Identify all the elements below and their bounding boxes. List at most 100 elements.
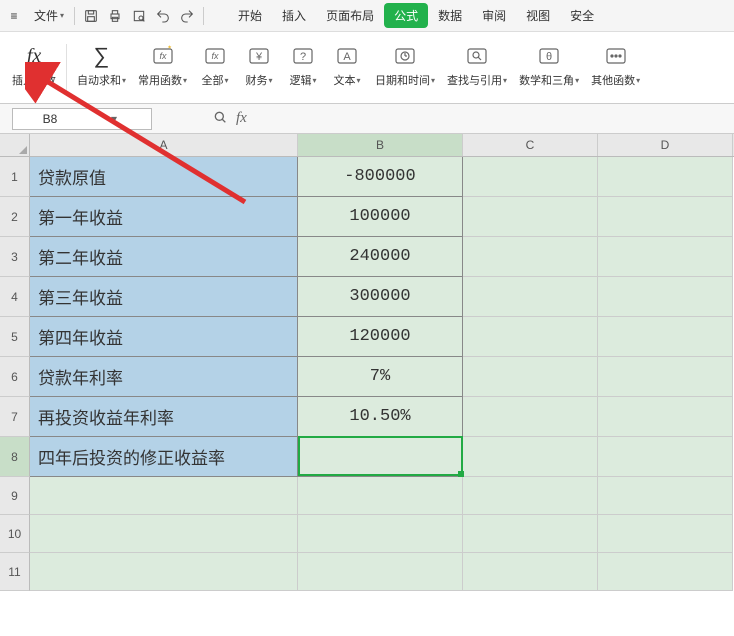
tab-view[interactable]: 视图 xyxy=(516,3,560,28)
table-row: 1 贷款原值 -800000 xyxy=(0,157,734,197)
svg-text:?: ? xyxy=(300,51,306,63)
cell-D8[interactable] xyxy=(598,437,733,477)
cell-D6[interactable] xyxy=(598,357,733,397)
cell-A9[interactable] xyxy=(30,477,298,515)
cell-A5[interactable]: 第四年收益 xyxy=(30,317,298,357)
col-header-D[interactable]: D xyxy=(598,134,733,156)
tab-start[interactable]: 开始 xyxy=(228,3,272,28)
cell-A2[interactable]: 第一年收益 xyxy=(30,197,298,237)
tab-security[interactable]: 安全 xyxy=(560,3,604,28)
svg-text:θ: θ xyxy=(546,51,552,63)
row-header-6[interactable]: 6 xyxy=(0,357,30,397)
financial-button[interactable]: ¥ 财务▾ xyxy=(237,40,281,96)
row-header-11[interactable]: 11 xyxy=(0,553,30,591)
cell-A11[interactable] xyxy=(30,553,298,591)
cell-C1[interactable] xyxy=(463,157,598,197)
menubar: ≡ 文件 ▾ 开始 插入 页面布局 公式 数据 审阅 视图 安全 xyxy=(0,0,734,32)
print-preview-icon[interactable] xyxy=(127,4,151,28)
autosum-button[interactable]: ∑ 自动求和▾ xyxy=(71,40,132,96)
more-functions-button[interactable]: 其他函数▾ xyxy=(585,40,646,96)
text-button[interactable]: A 文本▾ xyxy=(325,40,369,96)
cell-D2[interactable] xyxy=(598,197,733,237)
cell-D3[interactable] xyxy=(598,237,733,277)
lookup-button[interactable]: 查找与引用▾ xyxy=(441,40,513,96)
file-menu[interactable]: 文件 ▾ xyxy=(28,7,70,24)
cell-D11[interactable] xyxy=(598,553,733,591)
tab-formula[interactable]: 公式 xyxy=(384,3,428,28)
cell-C9[interactable] xyxy=(463,477,598,515)
cell-C8[interactable] xyxy=(463,437,598,477)
cell-B9[interactable] xyxy=(298,477,463,515)
cell-C10[interactable] xyxy=(463,515,598,553)
cell-C6[interactable] xyxy=(463,357,598,397)
logical-button[interactable]: ? 逻辑▾ xyxy=(281,40,325,96)
row-header-1[interactable]: 1 xyxy=(0,157,30,197)
cell-A1[interactable]: 贷款原值 xyxy=(30,157,298,197)
row-header-10[interactable]: 10 xyxy=(0,515,30,553)
table-row: 9 xyxy=(0,477,734,515)
select-all-corner[interactable] xyxy=(0,134,30,156)
cell-C3[interactable] xyxy=(463,237,598,277)
cell-C7[interactable] xyxy=(463,397,598,437)
print-icon[interactable] xyxy=(103,4,127,28)
cell-B7[interactable]: 10.50% xyxy=(298,397,463,437)
cell-B6[interactable]: 7% xyxy=(298,357,463,397)
save-icon[interactable] xyxy=(79,4,103,28)
cell-B3[interactable]: 240000 xyxy=(298,237,463,277)
search-icon[interactable] xyxy=(212,109,228,128)
cell-C5[interactable] xyxy=(463,317,598,357)
row-header-4[interactable]: 4 xyxy=(0,277,30,317)
menu-icon[interactable]: ≡ xyxy=(4,6,24,26)
cell-A10[interactable] xyxy=(30,515,298,553)
cell-C4[interactable] xyxy=(463,277,598,317)
cell-D7[interactable] xyxy=(598,397,733,437)
cell-D10[interactable] xyxy=(598,515,733,553)
svg-text:fx: fx xyxy=(159,51,167,61)
tab-review[interactable]: 审阅 xyxy=(472,3,516,28)
undo-icon[interactable] xyxy=(151,4,175,28)
svg-text:¥: ¥ xyxy=(255,51,263,63)
row-header-7[interactable]: 7 xyxy=(0,397,30,437)
math-trig-button[interactable]: θ 数学和三角▾ xyxy=(513,40,585,96)
cell-A8[interactable]: 四年后投资的修正收益率 xyxy=(30,437,298,477)
cell-B11[interactable] xyxy=(298,553,463,591)
cell-B10[interactable] xyxy=(298,515,463,553)
all-functions-button[interactable]: fx 全部▾ xyxy=(193,40,237,96)
cell-A6[interactable]: 贷款年利率 xyxy=(30,357,298,397)
tab-insert[interactable]: 插入 xyxy=(272,3,316,28)
fx-icon[interactable]: fx xyxy=(236,110,247,127)
cell-A7[interactable]: 再投资收益年利率 xyxy=(30,397,298,437)
tab-data[interactable]: 数据 xyxy=(428,3,472,28)
col-header-A[interactable]: A xyxy=(30,134,298,156)
cell-A4[interactable]: 第三年收益 xyxy=(30,277,298,317)
fn-logic-icon: ? xyxy=(289,42,317,70)
redo-icon[interactable] xyxy=(175,4,199,28)
cell-D5[interactable] xyxy=(598,317,733,357)
row-header-5[interactable]: 5 xyxy=(0,317,30,357)
row-header-2[interactable]: 2 xyxy=(0,197,30,237)
cell-D1[interactable] xyxy=(598,157,733,197)
table-row: 8 四年后投资的修正收益率 xyxy=(0,437,734,477)
cell-C2[interactable] xyxy=(463,197,598,237)
cell-B2[interactable]: 100000 xyxy=(298,197,463,237)
tab-layout[interactable]: 页面布局 xyxy=(316,3,384,28)
cell-B5[interactable]: 120000 xyxy=(298,317,463,357)
fn-more-icon xyxy=(602,42,630,70)
cell-D9[interactable] xyxy=(598,477,733,515)
col-header-C[interactable]: C xyxy=(463,134,598,156)
cell-D4[interactable] xyxy=(598,277,733,317)
cell-B8[interactable] xyxy=(298,437,463,477)
cell-C11[interactable] xyxy=(463,553,598,591)
namebox[interactable]: B8 ▾ xyxy=(12,108,152,130)
row-header-9[interactable]: 9 xyxy=(0,477,30,515)
insert-function-button[interactable]: fx 插入函数 xyxy=(6,40,62,96)
row-header-3[interactable]: 3 xyxy=(0,237,30,277)
cell-A3[interactable]: 第二年收益 xyxy=(30,237,298,277)
datetime-button[interactable]: 日期和时间▾ xyxy=(369,40,441,96)
column-headers: A B C D xyxy=(0,134,734,157)
row-header-8[interactable]: 8 xyxy=(0,437,30,477)
col-header-B[interactable]: B xyxy=(298,134,463,156)
recent-functions-button[interactable]: fx 常用函数▾ xyxy=(132,40,193,96)
cell-B4[interactable]: 300000 xyxy=(298,277,463,317)
cell-B1[interactable]: -800000 xyxy=(298,157,463,197)
